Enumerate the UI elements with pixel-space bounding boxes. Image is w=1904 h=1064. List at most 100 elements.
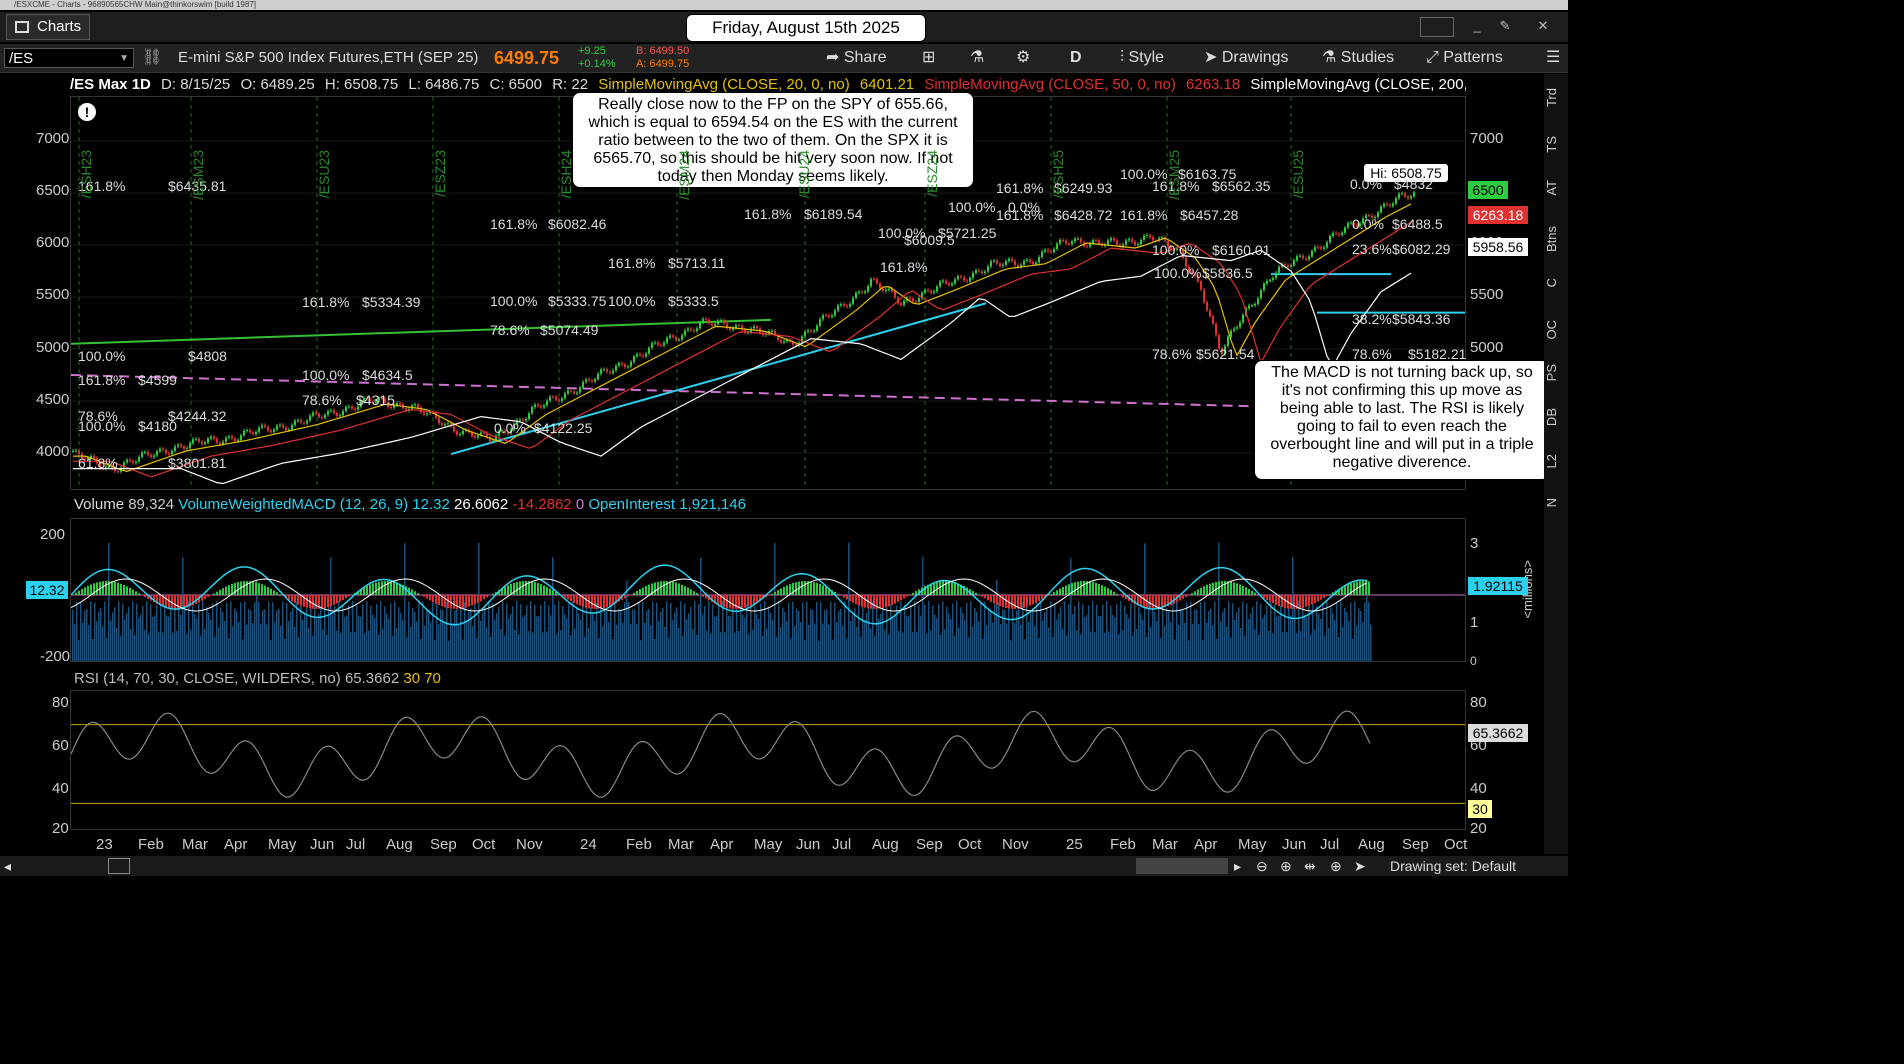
macd-hist-bar bbox=[1074, 582, 1076, 595]
candle-body bbox=[837, 305, 839, 311]
volume-bar bbox=[888, 634, 890, 661]
symbol-input[interactable]: /ES ▼ bbox=[4, 48, 134, 68]
volume-bar bbox=[1100, 616, 1102, 661]
aggregation-button[interactable]: D bbox=[1070, 46, 1082, 70]
news-icon[interactable]: ⊞ bbox=[922, 46, 935, 70]
candle-body bbox=[1413, 192, 1415, 197]
scroll-start-icon[interactable] bbox=[108, 858, 130, 874]
close-icon[interactable]: ✕ bbox=[1528, 16, 1558, 36]
volume-bar bbox=[552, 557, 554, 661]
sma20-label[interactable]: SimpleMovingAvg (CLOSE, 20, 0, no) bbox=[598, 76, 850, 93]
pointer-icon[interactable]: ➤ bbox=[1354, 856, 1366, 876]
volume-bar bbox=[1106, 601, 1108, 661]
maximize-panel-button[interactable] bbox=[1420, 17, 1454, 37]
info-icon[interactable]: ! bbox=[78, 103, 96, 121]
candle-body bbox=[945, 280, 947, 284]
pin-icon[interactable]: ✎ bbox=[1490, 16, 1520, 36]
macd-hist-bar bbox=[1041, 595, 1043, 600]
candle-body bbox=[309, 415, 311, 421]
volume-bar bbox=[452, 623, 454, 661]
volume-bar bbox=[1348, 621, 1350, 661]
symbol-description: E-mini S&P 500 Index Futures,ETH (SEP 25… bbox=[178, 49, 479, 66]
sidebar-ps[interactable]: PS bbox=[1544, 364, 1568, 381]
macd-hist-bar bbox=[84, 587, 86, 595]
flask-icon[interactable]: ⚗ bbox=[970, 46, 984, 70]
volume-bar bbox=[836, 622, 838, 661]
candle-body bbox=[171, 450, 173, 455]
sma200-label[interactable]: SimpleMovingAvg (CLOSE, 200, 0,... bbox=[1250, 76, 1466, 93]
sidebar-oc[interactable]: OC bbox=[1544, 320, 1568, 340]
candle-body bbox=[615, 365, 617, 371]
volume-bar bbox=[76, 601, 78, 661]
macd-hist-bar bbox=[120, 583, 122, 595]
macd-hist-bar bbox=[174, 595, 176, 609]
rsi-label[interactable]: RSI (14, 70, 30, CLOSE, WILDERS, no) bbox=[74, 670, 341, 687]
sidebar-l2[interactable]: L2 bbox=[1544, 454, 1568, 468]
scroll-left-icon[interactable]: ◂ bbox=[4, 856, 11, 876]
minimize-icon[interactable]: _ bbox=[1462, 16, 1492, 36]
volume-bar bbox=[546, 631, 548, 661]
volume-bar bbox=[322, 629, 324, 661]
studies-button[interactable]: ⚗ Studies bbox=[1322, 46, 1394, 70]
time-tick: Feb bbox=[1110, 836, 1136, 853]
volume-bar bbox=[520, 604, 522, 661]
candle-body bbox=[666, 337, 668, 343]
volume-bar bbox=[474, 601, 476, 661]
sidebar-ts[interactable]: TS bbox=[1544, 136, 1568, 153]
volume-bar bbox=[314, 603, 316, 661]
volume-bar bbox=[902, 633, 904, 661]
volume-bar bbox=[1286, 632, 1288, 661]
macd-hist-bar bbox=[1065, 585, 1067, 595]
candle-body bbox=[963, 277, 965, 281]
macd-hist-bar bbox=[1068, 584, 1070, 595]
charts-tab[interactable]: Charts bbox=[6, 14, 90, 40]
crosshair-icon[interactable]: ⊕ bbox=[1330, 856, 1342, 876]
volume-bar bbox=[1210, 608, 1212, 661]
sidebar-db[interactable]: DB bbox=[1544, 408, 1568, 426]
candle-body bbox=[258, 427, 260, 432]
more-icon[interactable]: ☰ bbox=[1546, 46, 1560, 70]
macd-hist-bar bbox=[1266, 595, 1268, 601]
oi-label[interactable]: OpenInterest bbox=[588, 496, 675, 513]
candle-body bbox=[135, 461, 137, 463]
volume-bar bbox=[868, 606, 870, 661]
macd-tick-200: 200 bbox=[40, 526, 66, 543]
macd-hist-bar bbox=[264, 585, 266, 595]
sidebar-n[interactable]: N bbox=[1544, 498, 1568, 507]
share-button[interactable]: ➦ Share bbox=[826, 46, 887, 70]
macd-hist-bar bbox=[225, 586, 227, 595]
drawing-set-label[interactable]: Drawing set: Default bbox=[1390, 856, 1516, 876]
zoom-out-icon[interactable]: ⊖ bbox=[1256, 856, 1268, 876]
volume-bar bbox=[454, 610, 456, 661]
patterns-button[interactable]: ⤢ Patterns bbox=[1426, 46, 1503, 70]
candle-body bbox=[147, 451, 149, 455]
rsi-panel[interactable] bbox=[70, 690, 1466, 830]
horizontal-scrollbar[interactable] bbox=[1136, 858, 1228, 874]
candle-body bbox=[951, 283, 953, 286]
volume-bar bbox=[1130, 603, 1132, 661]
volume-bar bbox=[172, 632, 174, 661]
sma50-label[interactable]: SimpleMovingAvg (CLOSE, 50, 0, no) bbox=[924, 76, 1176, 93]
zoom-in-icon[interactable]: ⊕ bbox=[1280, 856, 1292, 876]
style-button[interactable]: ⫶ Style bbox=[1120, 46, 1164, 70]
chevron-down-icon[interactable]: ▼ bbox=[119, 49, 129, 69]
link-icon[interactable]: ⛓ bbox=[142, 46, 162, 70]
macd-hist-bar bbox=[546, 586, 548, 595]
sidebar-btns[interactable]: Btns bbox=[1544, 226, 1568, 252]
macd-panel[interactable] bbox=[70, 518, 1466, 662]
gear-icon[interactable]: ⚙ bbox=[1016, 46, 1030, 70]
sidebar-trd[interactable]: Trd bbox=[1544, 88, 1568, 107]
sidebar-at[interactable]: AT bbox=[1544, 180, 1568, 196]
fib-level-label: $6009.5 bbox=[904, 232, 955, 248]
scroll-right-icon[interactable]: ▸ bbox=[1234, 856, 1241, 876]
fit-icon[interactable]: ⇹ bbox=[1304, 856, 1316, 876]
drawings-button[interactable]: ➤ Drawings bbox=[1204, 46, 1289, 70]
macd-hist-bar bbox=[429, 595, 431, 601]
volume-label[interactable]: Volume bbox=[74, 496, 124, 513]
macd-label[interactable]: VolumeWeightedMACD (12, 26, 9) bbox=[178, 496, 408, 513]
candle-body bbox=[1263, 283, 1265, 291]
volume-bar bbox=[512, 606, 514, 661]
volume-bar bbox=[954, 636, 956, 661]
sidebar-c[interactable]: C bbox=[1544, 278, 1568, 287]
volume-bar bbox=[352, 601, 354, 661]
